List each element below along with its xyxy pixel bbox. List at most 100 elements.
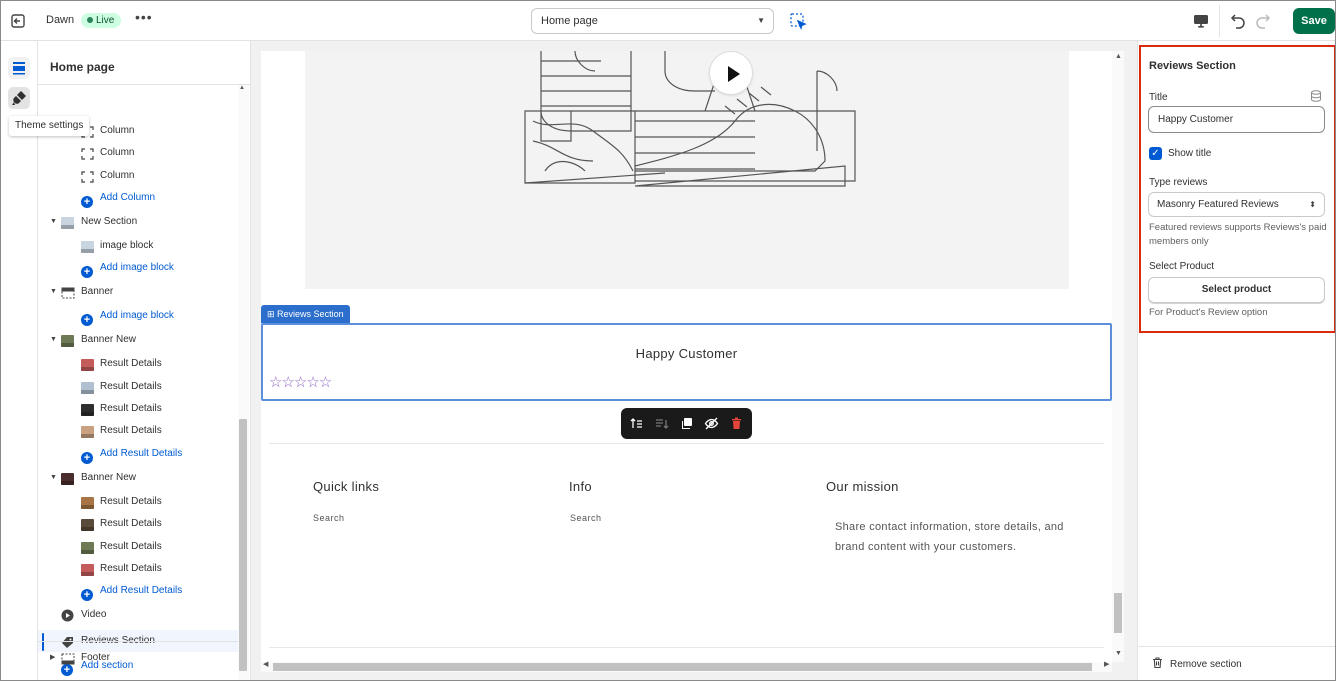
sidebar-title: Home page [50,60,115,74]
exit-icon[interactable] [9,12,27,30]
sidebar-block-item[interactable]: Result Details [38,376,238,398]
thumbnail-image-icon [81,563,94,576]
sidebar-item-label: Add image block [100,310,174,321]
brush-icon[interactable] [8,87,30,109]
quick-links-search-link[interactable]: Search [313,513,345,523]
video-icon [61,609,74,622]
storefront-preview: ⊞ Reviews Section Happy Customer ☆☆☆☆☆ Q… [261,51,1112,662]
type-reviews-select[interactable]: Masonry Featured Reviews ⬍ [1148,192,1325,217]
page-select-value: Home page [541,15,598,27]
status-dot-icon [87,17,93,23]
add-circle-icon: + [81,262,94,278]
delete-icon[interactable] [729,416,744,431]
sections-icon[interactable] [8,57,30,79]
mission-text: Share contact information, store details… [835,521,1064,553]
reviews-heading: Happy Customer [635,346,738,361]
info-search-link[interactable]: Search [570,513,602,523]
sidebar-block-item[interactable]: Result Details [38,558,238,580]
scroll-up-icon[interactable]: ▲ [1115,53,1122,60]
sidebar-section-item[interactable]: Video [38,604,238,626]
sidebar-block-item[interactable]: Result Details [38,513,238,535]
sidebar-section-item[interactable]: ▼ New Section [38,211,238,233]
live-badge: Live [81,13,122,28]
theme-settings-tooltip: Theme settings [9,116,90,136]
chevron-down-icon[interactable]: ▼ [50,467,57,489]
duplicate-icon[interactable] [679,416,694,431]
preview-vertical-thumb[interactable] [1114,593,1122,633]
desktop-preview-icon[interactable] [1192,12,1210,30]
play-button[interactable] [709,51,753,95]
remove-section-label: Remove section [1170,659,1242,670]
info-heading: Info [569,479,592,494]
video-thumbnail-image [305,51,1069,289]
sidebar-block-item[interactable]: Result Details [38,491,238,513]
sidebar-item-footer[interactable]: ▶ Footer [38,647,238,669]
sidebar-block-item[interactable]: Column [38,142,238,164]
redo-icon[interactable] [1254,11,1272,29]
chevron-down-icon[interactable]: ▼ [50,329,57,351]
chevron-down-icon: ▼ [757,16,765,25]
sidebar-item-label: Result Details [100,381,162,392]
more-actions-button[interactable]: ••• [135,9,153,25]
sidebar-section-item[interactable]: ▼ Banner New [38,329,238,351]
dynamic-source-icon[interactable] [1310,89,1322,102]
add-circle-icon: + [81,585,94,601]
add-button[interactable]: + Add Column [38,187,238,209]
sidebar-scroll-thumb[interactable] [239,419,247,671]
sidebar-section-item[interactable]: ▼ Banner New [38,467,238,489]
hide-icon[interactable] [704,416,719,431]
scroll-right-icon[interactable]: ▶ [1104,660,1109,668]
sidebar-block-item[interactable]: Result Details [38,420,238,442]
reviews-section-preview[interactable]: Happy Customer ☆☆☆☆☆ [261,323,1112,401]
show-title-checkbox[interactable]: ✓ [1149,147,1162,160]
sidebar-block-item[interactable]: Column [38,165,238,187]
sidebar-block-item[interactable]: Result Details [38,353,238,375]
thumbnail-image-icon [61,334,74,347]
sidebar-block-item[interactable]: image block [38,235,238,257]
sidebar-section-item[interactable]: ▼ Banner [38,281,238,303]
sections-sidebar: Home page Column Column Column + Add Column ▼… [38,41,251,680]
preview-horizontal-thumb[interactable] [273,663,1092,671]
add-button[interactable]: + Add image block [38,305,238,327]
thumbnail-image-icon [81,358,94,371]
preview-vertical-scrollbar[interactable] [1112,51,1124,662]
move-up-icon[interactable] [629,416,644,431]
inspector-toggle-icon[interactable] [786,9,810,33]
chevron-down-icon[interactable]: ▼ [50,211,57,233]
sidebar-item-label: Column [100,125,135,136]
page-select[interactable]: Home page ▼ [531,8,774,34]
scroll-up-icon[interactable]: ▲ [239,85,245,91]
mission-heading: Our mission [826,479,899,494]
add-button[interactable]: + Add image block [38,257,238,279]
show-title-label[interactable]: Show title [1168,148,1211,159]
sidebar-item-label: Footer [81,652,110,663]
sidebar-item-label: Banner [81,286,114,297]
sidebar-item-label: Result Details [100,403,162,414]
add-button[interactable]: + Add Result Details [38,443,238,465]
section-settings-panel: Reviews Section Title Happy Customer ✓ S… [1137,41,1335,680]
thumbnail-image-icon [81,496,94,509]
type-reviews-value: Masonry Featured Reviews [1157,199,1279,210]
scroll-left-icon[interactable]: ◀ [263,660,268,668]
thumbnail-image-icon [61,472,74,485]
sidebar-block-item[interactable]: Result Details [38,536,238,558]
undo-icon[interactable] [1229,11,1247,29]
save-button[interactable]: Save [1293,8,1335,34]
title-input[interactable]: Happy Customer [1148,106,1325,133]
banner-section-icon [61,286,75,299]
thumbnail-image-icon [81,403,94,416]
select-arrows-icon: ⬍ [1309,200,1316,209]
remove-section-button[interactable]: Remove section [1152,657,1242,670]
left-rail [1,41,38,680]
sidebar-item-label: Column [100,147,135,158]
chevron-right-icon: ▶ [50,654,56,661]
sidebar-block-item[interactable]: Result Details [38,398,238,420]
scroll-down-icon[interactable]: ▼ [1115,650,1122,657]
chevron-down-icon[interactable]: ▼ [50,281,57,303]
move-down-icon[interactable] [654,416,669,431]
sidebar-item-label: Result Details [100,541,162,552]
add-circle-icon: + [81,448,94,464]
add-button[interactable]: + Add Result Details [38,580,238,602]
select-product-button[interactable]: Select product [1148,277,1325,303]
divider [1219,5,1220,37]
